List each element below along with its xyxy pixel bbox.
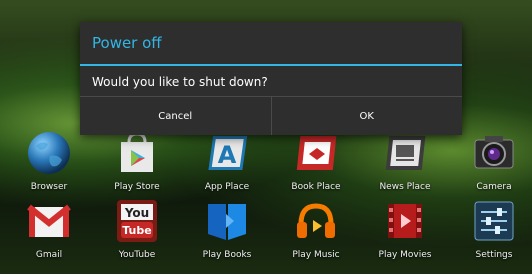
- app-label: Play Movies: [378, 250, 432, 260]
- power-off-dialog: Power off Would you like to shut down? C…: [80, 22, 462, 135]
- dialog-title-divider: [80, 64, 462, 66]
- app-label: Book Place: [291, 182, 341, 192]
- app-label: Play Store: [114, 182, 160, 192]
- play-music-icon: [291, 196, 341, 246]
- dialog-button-bar: Cancel OK: [80, 96, 462, 135]
- app-news-place[interactable]: News Place: [361, 128, 449, 204]
- dialog-title: Power off: [92, 34, 162, 52]
- app-gmail[interactable]: Gmail: [5, 196, 93, 272]
- cancel-button[interactable]: Cancel: [80, 97, 271, 135]
- settings-icon: [469, 196, 519, 246]
- app-youtube[interactable]: You Tube YouTube: [93, 196, 181, 272]
- app-settings[interactable]: Settings: [450, 196, 532, 272]
- ok-button[interactable]: OK: [270, 97, 463, 135]
- app-label: Camera: [476, 182, 512, 192]
- book-place-icon: [291, 128, 341, 178]
- app-play-store[interactable]: Play Store: [93, 128, 181, 204]
- app-label: Gmail: [35, 250, 63, 260]
- app-play-books[interactable]: Play Books: [183, 196, 271, 272]
- camera-icon: [469, 128, 519, 178]
- youtube-logo-line1: You: [124, 206, 149, 220]
- app-play-movies[interactable]: Play Movies: [361, 196, 449, 272]
- play-movies-icon: [380, 196, 430, 246]
- app-play-music[interactable]: Play Music: [272, 196, 360, 272]
- home-screen: Browser Play Store A App Place Book Plac…: [0, 0, 532, 274]
- app-book-place[interactable]: Book Place: [272, 128, 360, 204]
- dialog-message: Would you like to shut down?: [92, 75, 268, 89]
- youtube-logo-line2: Tube: [122, 224, 151, 237]
- app-label: App Place: [204, 182, 250, 192]
- youtube-icon: You Tube: [112, 196, 162, 246]
- news-place-icon: [380, 128, 430, 178]
- app-label: News Place: [379, 182, 431, 192]
- app-browser[interactable]: Browser: [5, 128, 93, 204]
- app-label: Browser: [30, 182, 68, 192]
- app-label: Play Music: [292, 250, 340, 260]
- svg-text:A: A: [218, 141, 237, 169]
- dialog-panel: Power off Would you like to shut down? C…: [80, 22, 462, 135]
- play-store-icon: [112, 128, 162, 178]
- app-label: YouTube: [118, 250, 156, 260]
- app-camera[interactable]: Camera: [450, 128, 532, 204]
- play-books-icon: [202, 196, 252, 246]
- gmail-icon: [24, 196, 74, 246]
- app-place-icon: A: [202, 128, 252, 178]
- app-label: Play Books: [202, 250, 252, 260]
- app-app-place[interactable]: A App Place: [183, 128, 271, 204]
- browser-globe-icon: [24, 128, 74, 178]
- app-label: Settings: [475, 250, 513, 260]
